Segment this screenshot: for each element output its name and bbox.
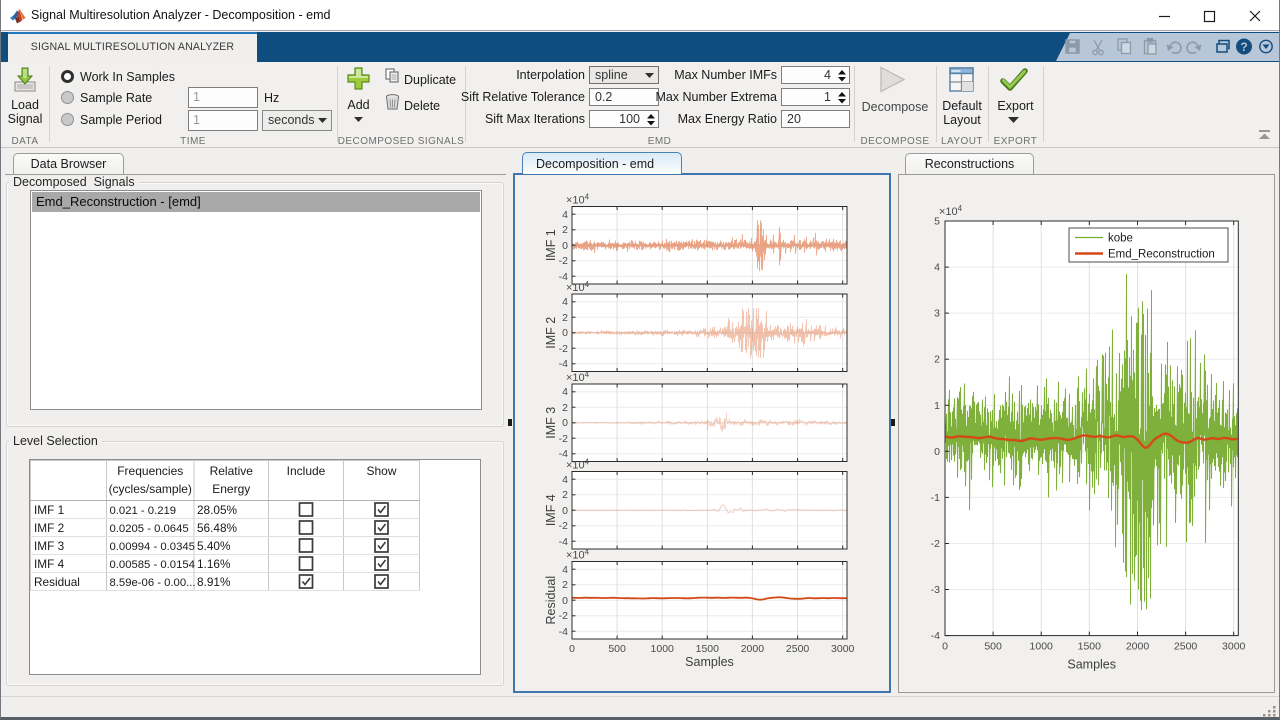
svg-text:-2: -2 [931,538,940,550]
svg-text:IMF 1: IMF 1 [34,503,64,517]
svg-text:0.021 - 0.219: 0.021 - 0.219 [110,505,177,517]
svg-text:Include: Include [287,464,326,478]
svg-text:-2: -2 [559,255,568,267]
svg-text:1000: 1000 [1030,641,1054,653]
svg-text:×104: ×104 [566,370,590,384]
svg-text:3000: 3000 [1222,641,1246,653]
svg-text:0: 0 [562,417,568,429]
svg-text:3: 3 [934,308,940,320]
svg-text:-4: -4 [559,626,568,638]
svg-text:2: 2 [562,312,568,324]
svg-text:Frequencies: Frequencies [117,464,183,478]
svg-text:Residual: Residual [34,575,80,589]
svg-text:IMF 2: IMF 2 [544,317,558,349]
svg-text:×104: ×104 [566,548,590,562]
svg-text:×104: ×104 [566,193,590,207]
svg-text:1500: 1500 [696,643,720,655]
svg-text:0: 0 [562,240,568,252]
svg-text:2: 2 [562,579,568,591]
svg-text:3000: 3000 [831,643,855,655]
svg-text:4: 4 [562,564,568,576]
svg-text:-1: -1 [931,492,940,504]
svg-text:2500: 2500 [786,643,810,655]
svg-text:8.59e-06 - 0.00...: 8.59e-06 - 0.00... [110,577,196,589]
svg-text:1000: 1000 [651,643,675,655]
svg-text:?: ? [1240,40,1247,54]
svg-text:2000: 2000 [741,643,765,655]
svg-text:0: 0 [942,641,948,653]
svg-text:IMF 3: IMF 3 [544,407,558,439]
svg-text:0.0205 - 0.0645: 0.0205 - 0.0645 [110,523,189,535]
svg-text:2: 2 [562,402,568,414]
svg-text:Show: Show [366,464,396,478]
svg-text:-2: -2 [559,610,568,622]
svg-text:1: 1 [934,400,940,412]
svg-text:IMF 2: IMF 2 [34,521,64,535]
svg-text:Energy: Energy [212,482,250,496]
svg-text:4: 4 [562,209,568,221]
svg-text:0: 0 [934,446,940,458]
svg-text:500: 500 [608,643,626,655]
svg-text:Relative: Relative [210,464,254,478]
svg-text:4: 4 [934,262,940,274]
svg-text:0.00994 - 0.0345: 0.00994 - 0.0345 [110,541,195,553]
svg-text:5.40%: 5.40% [197,539,231,553]
svg-text:Samples: Samples [1067,658,1116,672]
svg-text:2000: 2000 [1126,641,1150,653]
svg-text:2: 2 [562,489,568,501]
svg-text:0.00585 - 0.0154: 0.00585 - 0.0154 [110,559,195,571]
svg-text:kobe: kobe [1108,233,1133,245]
svg-text:IMF 3: IMF 3 [34,539,65,553]
svg-text:2: 2 [934,354,940,366]
svg-text:Samples: Samples [685,655,734,669]
svg-text:2500: 2500 [1174,641,1198,653]
svg-text:-2: -2 [559,433,568,445]
svg-text:8.91%: 8.91% [197,575,231,589]
svg-text:-2: -2 [559,520,568,532]
svg-text:0: 0 [569,643,575,655]
svg-text:56.48%: 56.48% [197,521,238,535]
svg-text:4: 4 [562,296,568,308]
svg-text:0: 0 [562,595,568,607]
svg-text:-3: -3 [931,584,940,596]
svg-text:-2: -2 [559,343,568,355]
svg-text:-4: -4 [559,448,568,460]
svg-text:×104: ×104 [566,458,590,472]
svg-text:4: 4 [562,474,568,486]
svg-text:500: 500 [984,641,1002,653]
svg-text:2: 2 [562,224,568,236]
svg-text:1.16%: 1.16% [197,557,231,571]
svg-text:Emd_Reconstruction: Emd_Reconstruction [1108,249,1215,261]
svg-text:IMF 1: IMF 1 [544,229,558,261]
svg-text:0: 0 [562,327,568,339]
svg-text:(cycles/sample): (cycles/sample) [109,482,192,496]
svg-text:×104: ×104 [939,204,963,218]
svg-text:×104: ×104 [566,280,590,294]
svg-text:-4: -4 [559,271,568,283]
svg-text:-4: -4 [931,630,940,642]
svg-text:0: 0 [562,505,568,517]
svg-text:1500: 1500 [1078,641,1102,653]
svg-text:IMF 4: IMF 4 [544,494,558,526]
svg-text:4: 4 [562,386,568,398]
svg-text:IMF 4: IMF 4 [34,557,65,571]
svg-text:-4: -4 [559,358,568,370]
svg-text:Residual: Residual [544,576,558,625]
svg-text:-4: -4 [559,536,568,548]
svg-text:28.05%: 28.05% [197,503,238,517]
